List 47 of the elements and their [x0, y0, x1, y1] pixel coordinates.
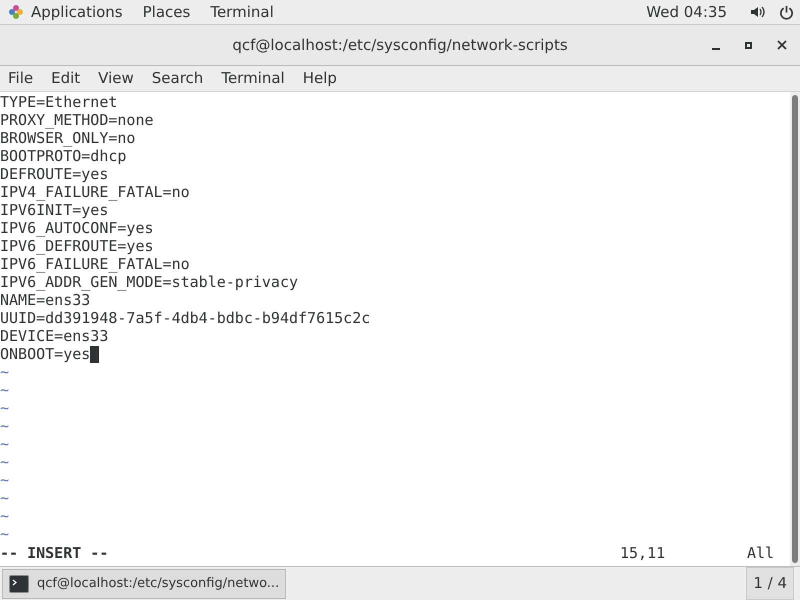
text-line: TYPE=Ethernet	[0, 93, 118, 111]
window-title: qcf@localhost:/etc/sysconfig/network-scripts	[232, 34, 568, 56]
text-line: UUID=dd391948-7a5f-4db4-bdbc-b94df7615c2c	[0, 309, 370, 327]
text-line: IPV4_FAILURE_FATAL=no	[0, 183, 190, 201]
empty-line-marker: ~	[0, 525, 10, 543]
top-menu[interactable]: Applications	[31, 0, 123, 24]
text-line: PROXY_METHOD=none	[0, 111, 154, 129]
cursor-position: 15,11	[620, 544, 666, 562]
text-line: IPV6_AUTOCONF=yes	[0, 219, 154, 237]
mode-indicator: -- INSERT --	[0, 544, 110, 562]
scrollbar[interactable]	[790, 92, 800, 566]
text-line: IPV6INIT=yes	[0, 201, 108, 219]
text-line: NAME=ens33	[0, 291, 90, 309]
workspace-indicator[interactable]: 1 / 4	[746, 567, 794, 600]
empty-line-marker: ~	[0, 417, 10, 435]
logo-icon	[8, 4, 24, 20]
power-icon[interactable]	[779, 4, 794, 20]
menu-item[interactable]: Search	[152, 67, 204, 90]
empty-line-marker: ~	[0, 453, 10, 471]
taskbar-window-button[interactable]: qcf@localhost:/etc/sysconfig/netwo...	[2, 568, 286, 598]
menu-item[interactable]: File	[8, 67, 34, 90]
scroll-position: All	[747, 544, 774, 562]
text-line: DEVICE=ens33	[0, 327, 108, 345]
text-line: DEFROUTE=yes	[0, 165, 108, 183]
top-menu[interactable]: Terminal	[210, 0, 274, 24]
empty-line-marker: ~	[0, 507, 10, 525]
menu-item[interactable]: Terminal	[221, 67, 285, 90]
menu-item[interactable]: Help	[302, 67, 337, 90]
clock[interactable]: Wed 04:35	[646, 0, 727, 24]
top-menu[interactable]: Places	[142, 0, 190, 24]
volume-icon[interactable]	[749, 4, 765, 20]
text-line: BROWSER_ONLY=no	[0, 129, 136, 147]
text-line: IPV6_DEFROUTE=yes	[0, 237, 154, 255]
menu-item[interactable]: Edit	[51, 67, 80, 90]
text-line: IPV6_FAILURE_FATAL=no	[0, 255, 190, 273]
empty-line-marker: ~	[0, 489, 10, 507]
text-line: BOOTPROTO=dhcp	[0, 147, 126, 165]
terminal-icon	[9, 574, 29, 592]
empty-line-marker: ~	[0, 381, 10, 399]
empty-line-marker: ~	[0, 471, 10, 489]
empty-line-marker: ~	[0, 435, 10, 453]
text-cursor	[90, 346, 100, 362]
text-line: IPV6_ADDR_GEN_MODE=stable-privacy	[0, 273, 298, 291]
menu-item[interactable]: View	[98, 67, 134, 90]
empty-line-marker: ~	[0, 399, 10, 417]
empty-line-marker: ~	[0, 363, 10, 381]
text-line: ONBOOT=yes	[0, 345, 90, 363]
